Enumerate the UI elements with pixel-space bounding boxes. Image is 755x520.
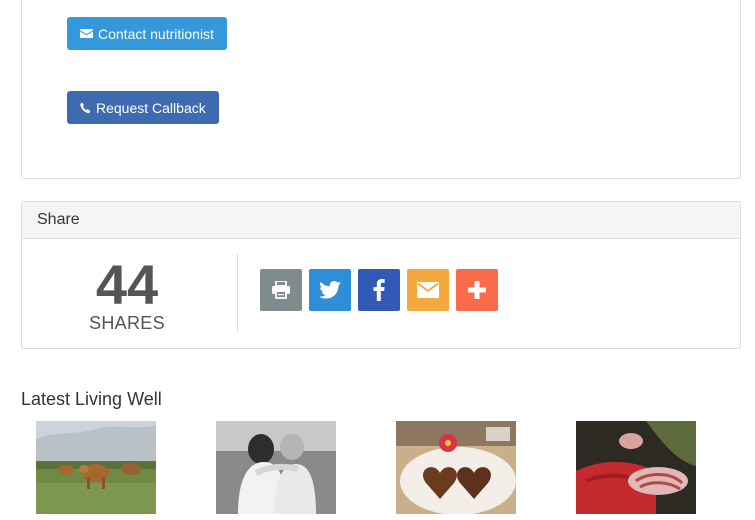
two-women-embracing-photo xyxy=(216,421,336,514)
red-sweater-hat-photo xyxy=(576,421,696,514)
highland-cattle-photo xyxy=(36,421,156,514)
contact-nutritionist-button[interactable]: Contact nutritionist xyxy=(67,17,227,50)
phone-icon xyxy=(80,102,91,114)
thumbnail-women[interactable] xyxy=(216,421,336,514)
twitter-share-button[interactable] xyxy=(309,269,351,311)
email-icon xyxy=(417,282,439,298)
contact-nutritionist-label: Contact nutritionist xyxy=(98,25,214,42)
email-share-button[interactable] xyxy=(407,269,449,311)
print-icon xyxy=(271,281,291,299)
heart-shaped-cakes-photo xyxy=(396,421,516,514)
share-heading: Share xyxy=(22,202,740,239)
facebook-share-button[interactable] xyxy=(358,269,400,311)
latest-living-well-title: Latest Living Well xyxy=(21,389,162,409)
more-share-button[interactable] xyxy=(456,269,498,311)
share-count-label: SHARES xyxy=(89,313,165,333)
share-divider xyxy=(237,254,238,332)
thumbnail-red-sweater[interactable] xyxy=(576,421,696,514)
request-callback-label: Request Callback xyxy=(96,99,206,116)
request-callback-button[interactable]: Request Callback xyxy=(67,91,219,124)
share-panel: Share 44 SHARES xyxy=(21,201,741,349)
plus-icon xyxy=(468,281,486,299)
facebook-icon xyxy=(373,279,385,301)
envelope-icon xyxy=(80,28,93,39)
contact-panel: Contact nutritionist Request Callback xyxy=(21,0,741,179)
share-count-box: 44 SHARES xyxy=(22,239,237,347)
twitter-icon xyxy=(319,281,341,299)
thumbnail-cakes[interactable] xyxy=(396,421,516,514)
share-count: 44 xyxy=(95,253,159,316)
print-button[interactable] xyxy=(260,269,302,311)
thumbnail-cattle[interactable] xyxy=(36,421,156,514)
